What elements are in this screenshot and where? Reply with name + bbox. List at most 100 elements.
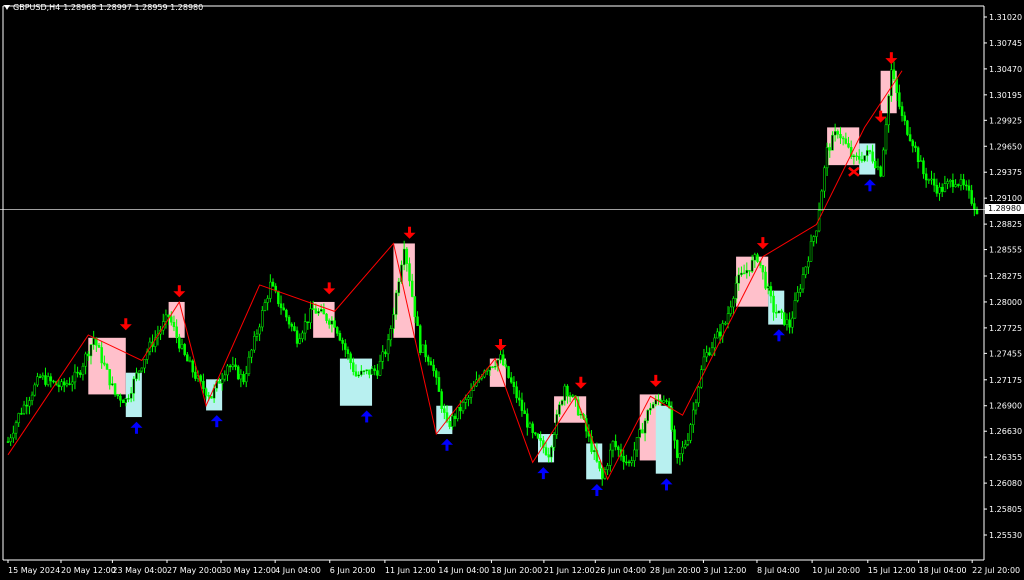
candle-body bbox=[734, 283, 738, 299]
candle-body bbox=[536, 433, 540, 439]
candle-body bbox=[435, 370, 438, 378]
candle-body bbox=[544, 447, 548, 455]
candle-body bbox=[780, 310, 783, 313]
candle-body bbox=[726, 313, 730, 324]
candle-body bbox=[33, 384, 37, 396]
candle-body bbox=[625, 461, 628, 464]
candle-body bbox=[319, 309, 323, 312]
candle-body bbox=[220, 378, 224, 384]
candle-body bbox=[571, 395, 575, 398]
candle-body bbox=[975, 208, 979, 215]
candle-body bbox=[622, 455, 625, 463]
x-tick-label: 27 May 20:00 bbox=[167, 566, 222, 575]
candle-body bbox=[641, 429, 644, 434]
candle-body bbox=[290, 323, 293, 327]
candle-body bbox=[965, 184, 968, 187]
candle-body bbox=[303, 321, 307, 334]
candle-body bbox=[271, 281, 275, 287]
candle-body bbox=[863, 155, 866, 162]
y-tick-label: 1.26900 bbox=[989, 402, 1022, 411]
candle-body bbox=[362, 370, 366, 373]
candle-body bbox=[443, 408, 446, 413]
candle-body bbox=[60, 381, 63, 387]
symbol-timeframe: GBPUSD,H4 bbox=[13, 3, 61, 12]
candle-body bbox=[164, 314, 168, 322]
candle-body bbox=[552, 434, 556, 448]
price-chart[interactable]: 1.31020 1.30745 1.30470 1.30195 1.29925 1.296… bbox=[0, 0, 1024, 580]
candle-body bbox=[250, 349, 253, 358]
y-tick-label: 1.30195 bbox=[989, 91, 1022, 100]
y-tick-label: 1.27455 bbox=[989, 349, 1022, 358]
candle-body bbox=[930, 178, 933, 181]
candle-body bbox=[697, 386, 700, 404]
candle-body bbox=[943, 183, 947, 192]
candle-body bbox=[432, 364, 435, 371]
candle-body bbox=[887, 95, 890, 126]
triangle-down-icon[interactable] bbox=[4, 5, 10, 10]
candle-body bbox=[325, 313, 328, 321]
candle-body bbox=[14, 422, 18, 434]
candle-body bbox=[73, 371, 77, 383]
candle-body bbox=[673, 429, 676, 441]
candle-body bbox=[520, 399, 524, 411]
candle-body bbox=[234, 364, 237, 367]
candle-body bbox=[394, 292, 398, 315]
candle-body bbox=[750, 259, 754, 272]
candle-body bbox=[261, 310, 264, 328]
candle-body bbox=[801, 274, 805, 290]
candle-body bbox=[295, 330, 299, 344]
candle-body bbox=[777, 310, 781, 314]
candle-body bbox=[512, 381, 516, 387]
x-tick-label: 28 Jun 20:00 bbox=[650, 566, 701, 575]
candle-body bbox=[46, 376, 50, 385]
y-tick-label: 1.29925 bbox=[989, 116, 1022, 125]
x-tick-label: 26 Jun 04:00 bbox=[595, 566, 646, 575]
y-tick-label: 1.26080 bbox=[989, 479, 1022, 488]
candle-body bbox=[81, 365, 85, 375]
candle-body bbox=[467, 397, 470, 400]
candle-body bbox=[381, 351, 385, 362]
candle-body bbox=[416, 316, 419, 327]
candle-body bbox=[579, 414, 583, 416]
candle-body bbox=[783, 312, 786, 325]
candle-body bbox=[825, 147, 829, 169]
candle-body bbox=[938, 186, 941, 194]
candle-body bbox=[36, 376, 39, 386]
candle-body bbox=[231, 364, 235, 368]
candle-body bbox=[903, 115, 906, 122]
candle-body bbox=[847, 143, 850, 148]
candle-body bbox=[25, 404, 28, 407]
candle-body bbox=[493, 366, 497, 368]
y-tick-label: 1.30470 bbox=[989, 65, 1022, 74]
candle-body bbox=[116, 394, 119, 397]
chart-info-bar: GBPUSD,H4 1.28968 1.28997 1.28959 1.2898… bbox=[4, 3, 203, 12]
candle-body bbox=[378, 360, 382, 376]
candle-body bbox=[670, 407, 674, 430]
candle-body bbox=[737, 274, 741, 284]
candle-body bbox=[38, 376, 42, 378]
y-tick-label: 1.29650 bbox=[989, 142, 1022, 151]
candle-body bbox=[129, 393, 133, 399]
candle-body bbox=[900, 106, 904, 116]
candle-body bbox=[172, 321, 176, 328]
candle-body bbox=[592, 450, 596, 453]
candle-body bbox=[866, 150, 869, 156]
candle-body bbox=[204, 388, 208, 396]
candle-body bbox=[951, 180, 955, 187]
candle-body bbox=[255, 333, 259, 337]
candle-body bbox=[916, 147, 920, 163]
candle-body bbox=[456, 406, 459, 419]
x-tick-label: 11 Jun 12:00 bbox=[385, 566, 436, 575]
candle-body bbox=[665, 400, 668, 402]
candle-body bbox=[370, 368, 374, 375]
candle-body bbox=[12, 432, 15, 439]
candle-body bbox=[753, 254, 757, 261]
candle-body bbox=[317, 311, 320, 314]
candle-body bbox=[223, 374, 227, 380]
candle-body bbox=[841, 137, 845, 140]
candle-body bbox=[103, 362, 106, 365]
candle-body bbox=[651, 404, 655, 409]
candle-body bbox=[397, 281, 401, 294]
candle-body bbox=[772, 295, 775, 313]
candle-body bbox=[675, 440, 679, 458]
